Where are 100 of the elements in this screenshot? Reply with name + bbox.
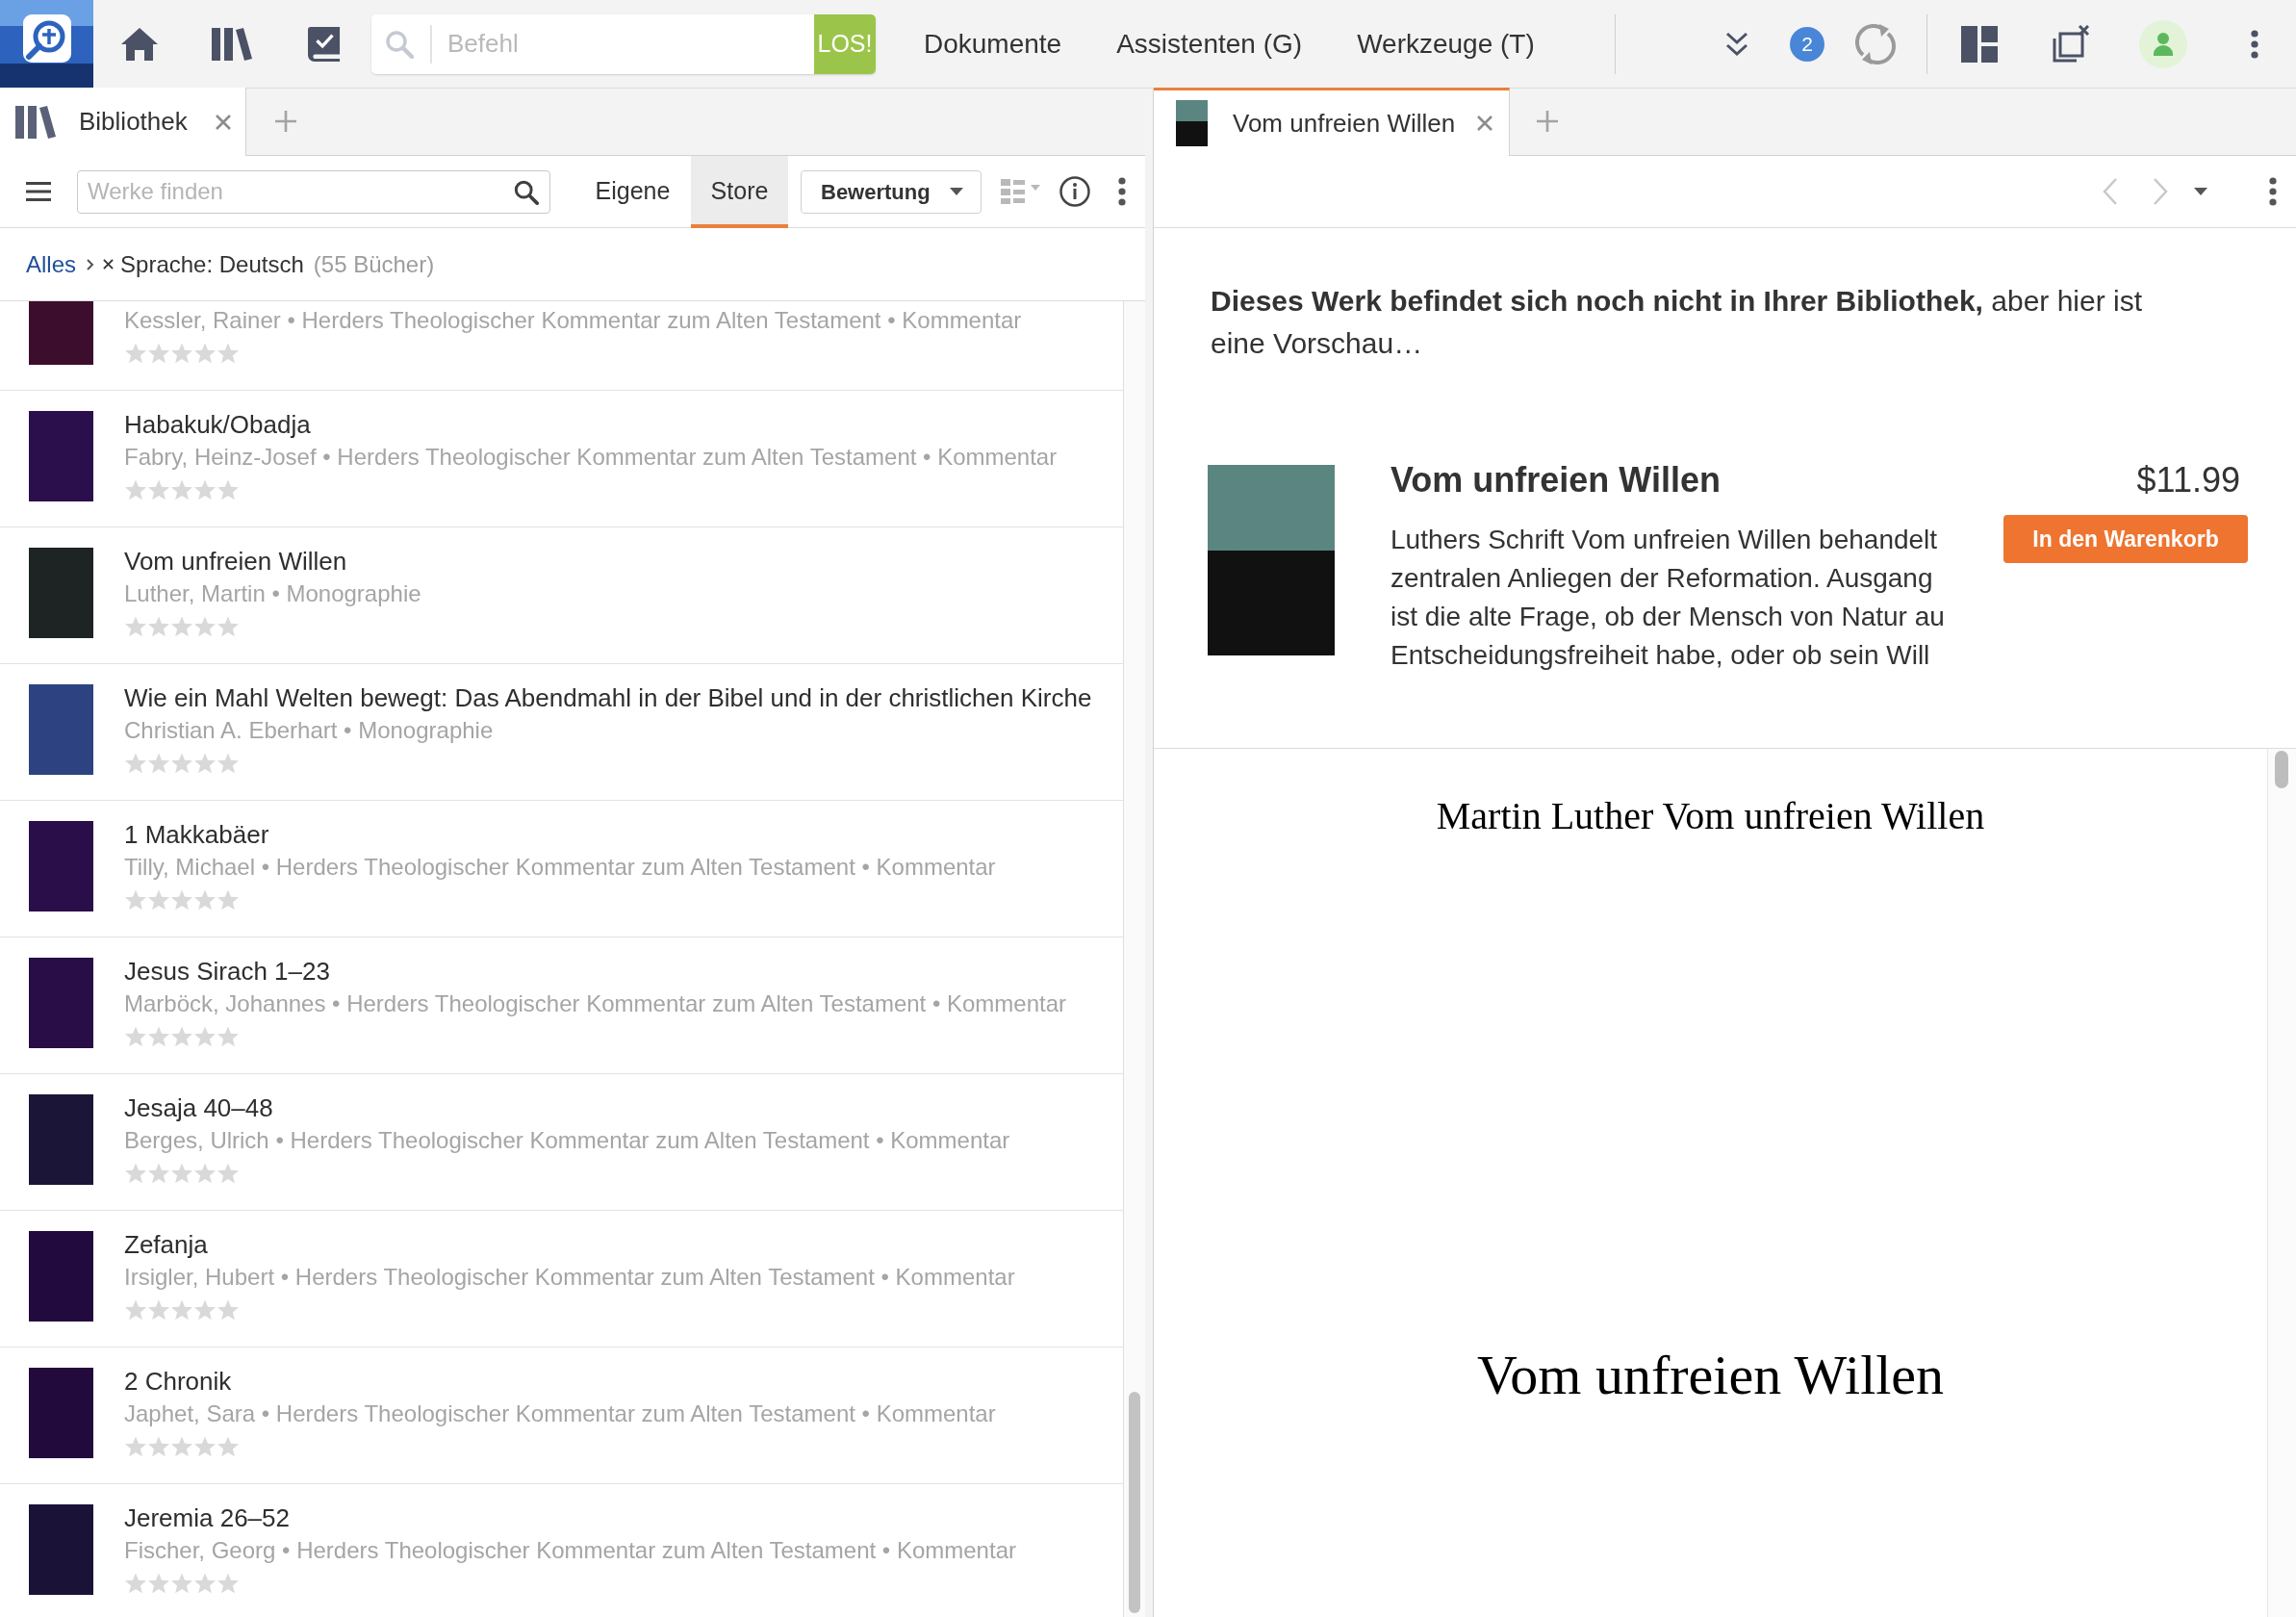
book-title[interactable]: Zefanja — [124, 1229, 208, 1260]
star-icon[interactable] — [147, 1162, 170, 1185]
library-tab[interactable]: Bibliothek — [0, 88, 246, 156]
star-icon[interactable] — [124, 1162, 147, 1185]
star-icon[interactable] — [147, 478, 170, 501]
star-icon[interactable] — [217, 615, 240, 638]
plus-icon[interactable] — [1536, 110, 1559, 133]
star-icon[interactable] — [147, 1572, 170, 1595]
book-title[interactable]: Jesus Sirach 1–23 — [124, 956, 330, 987]
star-icon[interactable] — [170, 752, 193, 775]
forward-icon[interactable] — [2153, 177, 2168, 206]
view-tab[interactable]: Store — [691, 155, 788, 228]
star-icon[interactable] — [193, 615, 217, 638]
scrollbar-thumb[interactable] — [2275, 751, 2288, 788]
star-icon[interactable] — [217, 888, 240, 911]
layout-icon[interactable] — [1961, 25, 1998, 63]
star-icon[interactable] — [193, 752, 217, 775]
star-rating[interactable] — [124, 752, 240, 775]
view-tab[interactable]: Eigene — [584, 155, 681, 228]
star-icon[interactable] — [193, 1435, 217, 1458]
star-icon[interactable] — [193, 1298, 217, 1322]
star-icon[interactable] — [147, 1435, 170, 1458]
star-icon[interactable] — [193, 342, 217, 365]
menu-item[interactable]: Dokumente — [924, 23, 1062, 64]
info-icon[interactable] — [1059, 176, 1090, 207]
menu-item[interactable]: Werkzeuge (T) — [1357, 23, 1535, 64]
star-rating[interactable] — [124, 888, 240, 911]
avatar-icon[interactable] — [2139, 19, 2187, 68]
close-icon[interactable] — [103, 259, 115, 270]
star-icon[interactable] — [217, 1162, 240, 1185]
star-icon[interactable] — [217, 1435, 240, 1458]
star-icon[interactable] — [170, 1298, 193, 1322]
star-rating[interactable] — [124, 342, 240, 365]
star-icon[interactable] — [147, 752, 170, 775]
star-icon[interactable] — [217, 1298, 240, 1322]
star-icon[interactable] — [124, 1025, 147, 1048]
star-icon[interactable] — [147, 888, 170, 911]
star-icon[interactable] — [170, 1025, 193, 1048]
star-icon[interactable] — [170, 478, 193, 501]
menu-item[interactable]: Assistenten (G) — [1116, 23, 1303, 64]
breadcrumb-link[interactable]: Alles — [26, 246, 77, 282]
star-icon[interactable] — [124, 1572, 147, 1595]
caret-icon[interactable] — [2194, 188, 2207, 195]
star-icon[interactable] — [217, 478, 240, 501]
star-icon[interactable] — [147, 1025, 170, 1048]
book-title[interactable]: Jesaja 40–48 — [124, 1092, 273, 1123]
star-icon[interactable] — [193, 1162, 217, 1185]
logo-icon[interactable] — [0, 0, 93, 88]
book-title[interactable]: 2 Chronik — [124, 1366, 232, 1397]
star-icon[interactable] — [170, 342, 193, 365]
back-icon[interactable] — [2103, 177, 2118, 206]
star-icon[interactable] — [170, 888, 193, 911]
star-icon[interactable] — [124, 478, 147, 501]
star-icon[interactable] — [193, 1572, 217, 1595]
star-rating[interactable] — [124, 1162, 240, 1185]
more-icon[interactable] — [1118, 177, 1126, 206]
star-rating[interactable] — [124, 1298, 240, 1322]
star-icon[interactable] — [193, 478, 217, 501]
star-icon[interactable] — [147, 342, 170, 365]
sort-dropdown[interactable]: Bewertung — [801, 169, 982, 214]
star-icon[interactable] — [193, 888, 217, 911]
double-chevron-icon[interactable] — [1725, 31, 1748, 57]
more-icon[interactable] — [2251, 29, 2258, 59]
star-icon[interactable] — [170, 1435, 193, 1458]
star-icon[interactable] — [193, 1025, 217, 1048]
star-rating[interactable] — [124, 1435, 240, 1458]
plus-icon[interactable] — [274, 110, 297, 133]
star-icon[interactable] — [147, 615, 170, 638]
document-tab[interactable]: Vom unfreien Willen — [1154, 88, 1510, 156]
command-field[interactable]: Befehl — [371, 13, 814, 74]
star-rating[interactable] — [124, 1025, 240, 1048]
star-icon[interactable] — [170, 1162, 193, 1185]
star-icon[interactable] — [170, 1572, 193, 1595]
star-icon[interactable] — [217, 1572, 240, 1595]
star-icon[interactable] — [124, 888, 147, 911]
star-rating[interactable] — [124, 1572, 240, 1595]
sync-icon[interactable] — [1854, 22, 1897, 65]
book-title[interactable]: Jeremia 26–52 — [124, 1502, 290, 1533]
notification-badge[interactable]: 2 — [1790, 26, 1824, 62]
book-title[interactable]: 1 Makkabäer — [124, 819, 269, 850]
star-icon[interactable] — [217, 1025, 240, 1048]
book-title[interactable]: Wie ein Mahl Welten bewegt: Das Abendmahl in der Bibel und in der christlichen Kirche — [124, 682, 1092, 713]
library-icon[interactable] — [212, 27, 252, 61]
star-icon[interactable] — [124, 1435, 147, 1458]
star-rating[interactable] — [124, 478, 240, 501]
star-icon[interactable] — [170, 615, 193, 638]
scrollbar-thumb[interactable] — [1129, 1392, 1140, 1613]
star-icon[interactable] — [124, 752, 147, 775]
book-title[interactable]: Vom unfreien Willen — [124, 546, 347, 577]
star-icon[interactable] — [147, 1298, 170, 1322]
more-icon[interactable] — [2269, 177, 2277, 206]
home-icon[interactable] — [120, 26, 159, 62]
star-icon[interactable] — [217, 342, 240, 365]
star-icon[interactable] — [217, 752, 240, 775]
library-icon[interactable] — [15, 105, 56, 139]
search-field[interactable]: Werke finden — [77, 169, 550, 214]
star-icon[interactable] — [124, 342, 147, 365]
search-icon[interactable] — [514, 179, 539, 205]
book-title[interactable]: Habakuk/Obadja — [124, 409, 311, 440]
star-icon[interactable] — [124, 615, 147, 638]
